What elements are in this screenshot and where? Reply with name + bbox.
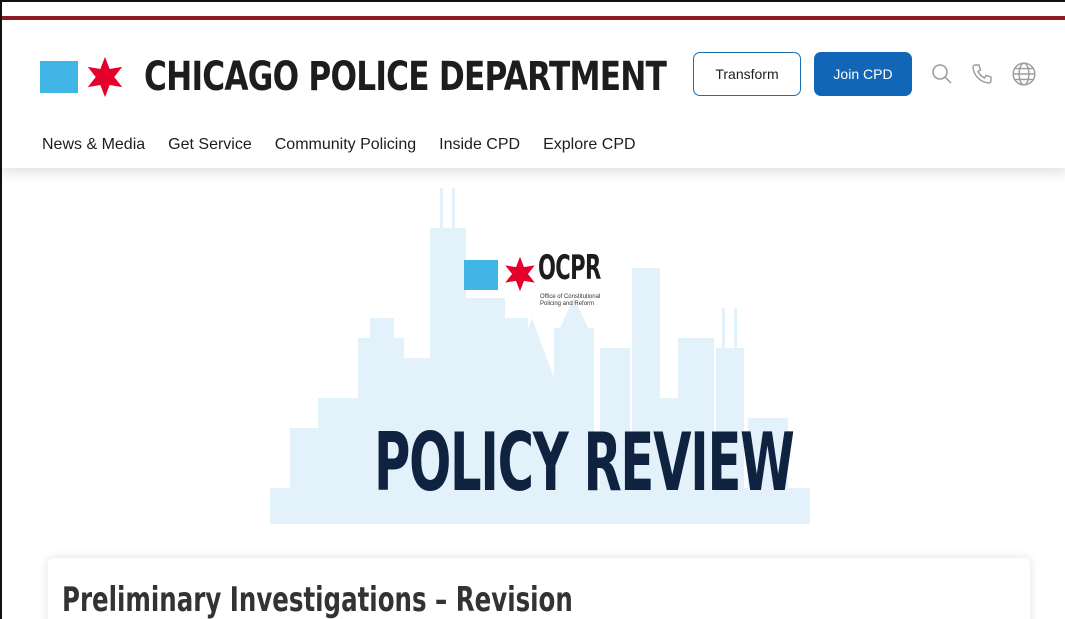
site-title: CHICAGO POLICE DEPARTMENT	[144, 54, 667, 100]
chicago-flag-square	[40, 61, 78, 93]
ocpr-title: OCPR	[538, 248, 601, 288]
browser-viewport: CHICAGO POLICE DEPARTMENT Transform Join…	[0, 0, 1065, 619]
nav-item-inside-cpd[interactable]: Inside CPD	[439, 136, 520, 158]
nav-item-news-media[interactable]: News & Media	[42, 136, 145, 158]
chicago-star-icon	[87, 56, 123, 98]
main-nav: News & Media Get Service Community Polic…	[42, 136, 636, 158]
banner-title: POLICY REVIEW	[374, 416, 795, 509]
globe-icon[interactable]	[1010, 60, 1038, 88]
policy-review-banner: OCPR Office of Constitutional Policing a…	[2, 168, 1065, 619]
join-cpd-button[interactable]: Join CPD	[814, 52, 912, 96]
nav-item-community-policing[interactable]: Community Policing	[275, 136, 416, 158]
site-header: CHICAGO POLICE DEPARTMENT Transform Join…	[2, 20, 1065, 168]
search-icon[interactable]	[928, 60, 956, 88]
card-title: Preliminary Investigations – Revision	[62, 580, 573, 619]
phone-icon[interactable]	[968, 60, 996, 88]
ocpr-subtitle: Office of Constitutional Policing and Re…	[540, 294, 601, 307]
transform-button[interactable]: Transform	[693, 52, 801, 96]
nav-item-explore-cpd[interactable]: Explore CPD	[543, 136, 635, 158]
ocpr-flag-square	[464, 260, 498, 290]
ocpr-logo: OCPR Office of Constitutional Policing a…	[464, 248, 664, 318]
ocpr-star-icon	[505, 256, 535, 292]
nav-item-get-service[interactable]: Get Service	[168, 136, 252, 158]
content-card: Preliminary Investigations – Revision	[48, 558, 1030, 619]
